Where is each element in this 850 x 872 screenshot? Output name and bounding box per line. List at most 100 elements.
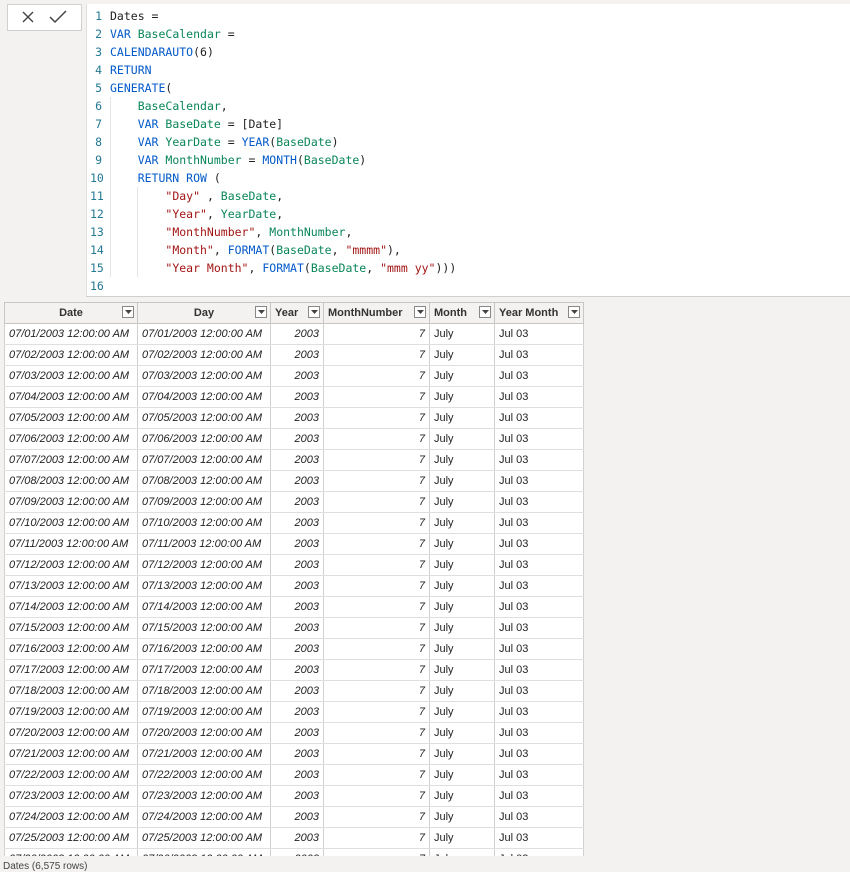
table-cell[interactable]: 07/17/2003 12:00:00 AM (137, 659, 271, 681)
table-cell[interactable]: 07/17/2003 12:00:00 AM (4, 659, 138, 681)
cancel-button[interactable] (14, 5, 44, 30)
table-cell[interactable]: July (429, 512, 495, 534)
column-filter-button[interactable] (122, 306, 134, 318)
table-cell[interactable]: Jul 03 (494, 806, 584, 828)
table-cell[interactable]: 2003 (270, 554, 324, 576)
table-cell[interactable]: 2003 (270, 512, 324, 534)
table-cell[interactable]: 7 (323, 785, 430, 807)
table-cell[interactable]: Jul 03 (494, 554, 584, 576)
table-cell[interactable]: Jul 03 (494, 848, 584, 856)
table-cell[interactable]: 07/25/2003 12:00:00 AM (137, 827, 271, 849)
table-cell[interactable]: Jul 03 (494, 386, 584, 408)
table-cell[interactable]: Jul 03 (494, 659, 584, 681)
table-row[interactable]: 07/17/2003 12:00:00 AM 07/17/2003 12:00:0… (4, 659, 584, 681)
table-cell[interactable]: 07/11/2003 12:00:00 AM (137, 533, 271, 555)
table-cell[interactable]: July (429, 659, 495, 681)
table-cell[interactable]: July (429, 386, 495, 408)
table-cell[interactable]: 2003 (270, 344, 324, 366)
table-row[interactable]: 07/02/2003 12:00:00 AM 07/02/2003 12:00:0… (4, 344, 584, 366)
table-cell[interactable]: 07/10/2003 12:00:00 AM (4, 512, 138, 534)
table-cell[interactable]: Jul 03 (494, 533, 584, 555)
table-cell[interactable]: 2003 (270, 743, 324, 765)
table-cell[interactable]: Jul 03 (494, 470, 584, 492)
table-cell[interactable]: 07/23/2003 12:00:00 AM (137, 785, 271, 807)
table-cell[interactable]: 07/01/2003 12:00:00 AM (137, 323, 271, 345)
column-filter-button[interactable] (308, 306, 320, 318)
table-cell[interactable]: Jul 03 (494, 365, 584, 387)
table-cell[interactable]: 07/04/2003 12:00:00 AM (137, 386, 271, 408)
table-cell[interactable]: 07/19/2003 12:00:00 AM (4, 701, 138, 723)
table-cell[interactable]: 7 (323, 848, 430, 856)
table-cell[interactable]: 7 (323, 722, 430, 744)
table-cell[interactable]: Jul 03 (494, 575, 584, 597)
table-cell[interactable]: 7 (323, 659, 430, 681)
table-cell[interactable]: July (429, 680, 495, 702)
table-cell[interactable]: July (429, 554, 495, 576)
column-header[interactable]: Month (429, 302, 495, 324)
table-cell[interactable]: 07/22/2003 12:00:00 AM (4, 764, 138, 786)
table-cell[interactable]: July (429, 596, 495, 618)
table-cell[interactable]: 07/12/2003 12:00:00 AM (4, 554, 138, 576)
table-cell[interactable]: July (429, 743, 495, 765)
table-cell[interactable]: July (429, 806, 495, 828)
table-cell[interactable]: 2003 (270, 491, 324, 513)
table-cell[interactable]: 2003 (270, 449, 324, 471)
table-cell[interactable]: 2003 (270, 533, 324, 555)
table-cell[interactable]: Jul 03 (494, 617, 584, 639)
table-cell[interactable]: 07/14/2003 12:00:00 AM (4, 596, 138, 618)
table-cell[interactable]: Jul 03 (494, 722, 584, 744)
table-cell[interactable]: 07/02/2003 12:00:00 AM (137, 344, 271, 366)
table-cell[interactable]: Jul 03 (494, 701, 584, 723)
table-row[interactable]: 07/16/2003 12:00:00 AM 07/16/2003 12:00:0… (4, 638, 584, 660)
table-cell[interactable]: Jul 03 (494, 743, 584, 765)
table-row[interactable]: 07/15/2003 12:00:00 AM 07/15/2003 12:00:0… (4, 617, 584, 639)
table-cell[interactable]: 7 (323, 533, 430, 555)
table-cell[interactable]: 07/22/2003 12:00:00 AM (137, 764, 271, 786)
table-cell[interactable]: 07/24/2003 12:00:00 AM (4, 806, 138, 828)
table-cell[interactable]: 07/06/2003 12:00:00 AM (137, 428, 271, 450)
table-cell[interactable]: 2003 (270, 575, 324, 597)
table-cell[interactable]: July (429, 764, 495, 786)
table-cell[interactable]: 2003 (270, 470, 324, 492)
table-cell[interactable]: 2003 (270, 722, 324, 744)
table-row[interactable]: 07/03/2003 12:00:00 AM 07/03/2003 12:00:0… (4, 365, 584, 387)
table-row[interactable]: 07/01/2003 12:00:00 AM 07/01/2003 12:00:0… (4, 323, 584, 345)
table-cell[interactable]: July (429, 827, 495, 849)
table-cell[interactable]: 2003 (270, 827, 324, 849)
table-cell[interactable]: 2003 (270, 617, 324, 639)
table-cell[interactable]: 2003 (270, 659, 324, 681)
table-cell[interactable]: 07/11/2003 12:00:00 AM (4, 533, 138, 555)
table-cell[interactable]: Jul 03 (494, 638, 584, 660)
table-cell[interactable]: 07/06/2003 12:00:00 AM (4, 428, 138, 450)
table-cell[interactable]: 7 (323, 680, 430, 702)
table-cell[interactable]: 07/19/2003 12:00:00 AM (137, 701, 271, 723)
table-row[interactable]: 07/18/2003 12:00:00 AM 07/18/2003 12:00:0… (4, 680, 584, 702)
table-row[interactable]: 07/26/2003 12:00:00 AM07/26/2003 12:00:0… (4, 848, 584, 856)
table-cell[interactable]: July (429, 323, 495, 345)
table-cell[interactable]: 2003 (270, 407, 324, 429)
table-row[interactable]: 07/19/2003 12:00:00 AM 07/19/2003 12:00:0… (4, 701, 584, 723)
table-cell[interactable]: July (429, 470, 495, 492)
table-cell[interactable]: July (429, 344, 495, 366)
table-row[interactable]: 07/20/2003 12:00:00 AM 07/20/2003 12:00:0… (4, 722, 584, 744)
table-cell[interactable]: 7 (323, 365, 430, 387)
table-cell[interactable]: 7 (323, 617, 430, 639)
table-row[interactable]: 07/21/2003 12:00:00 AM 07/21/2003 12:00:0… (4, 743, 584, 765)
table-cell[interactable]: 7 (323, 491, 430, 513)
table-cell[interactable]: 7 (323, 701, 430, 723)
table-cell[interactable]: 2003 (270, 365, 324, 387)
column-header[interactable]: Date (4, 302, 138, 324)
table-cell[interactable]: 07/08/2003 12:00:00 AM (137, 470, 271, 492)
table-cell[interactable]: Jul 03 (494, 407, 584, 429)
commit-button[interactable] (44, 5, 74, 30)
table-cell[interactable]: Jul 03 (494, 827, 584, 849)
table-cell[interactable]: Jul 03 (494, 785, 584, 807)
table-cell[interactable]: 07/03/2003 12:00:00 AM (137, 365, 271, 387)
table-cell[interactable]: Jul 03 (494, 596, 584, 618)
column-filter-button[interactable] (568, 306, 580, 318)
column-filter-button[interactable] (479, 306, 491, 318)
table-cell[interactable]: July (429, 407, 495, 429)
column-header[interactable]: Year (270, 302, 324, 324)
table-cell[interactable]: July (429, 701, 495, 723)
table-cell[interactable]: 07/26/2003 12:00:00 AM (4, 848, 138, 856)
